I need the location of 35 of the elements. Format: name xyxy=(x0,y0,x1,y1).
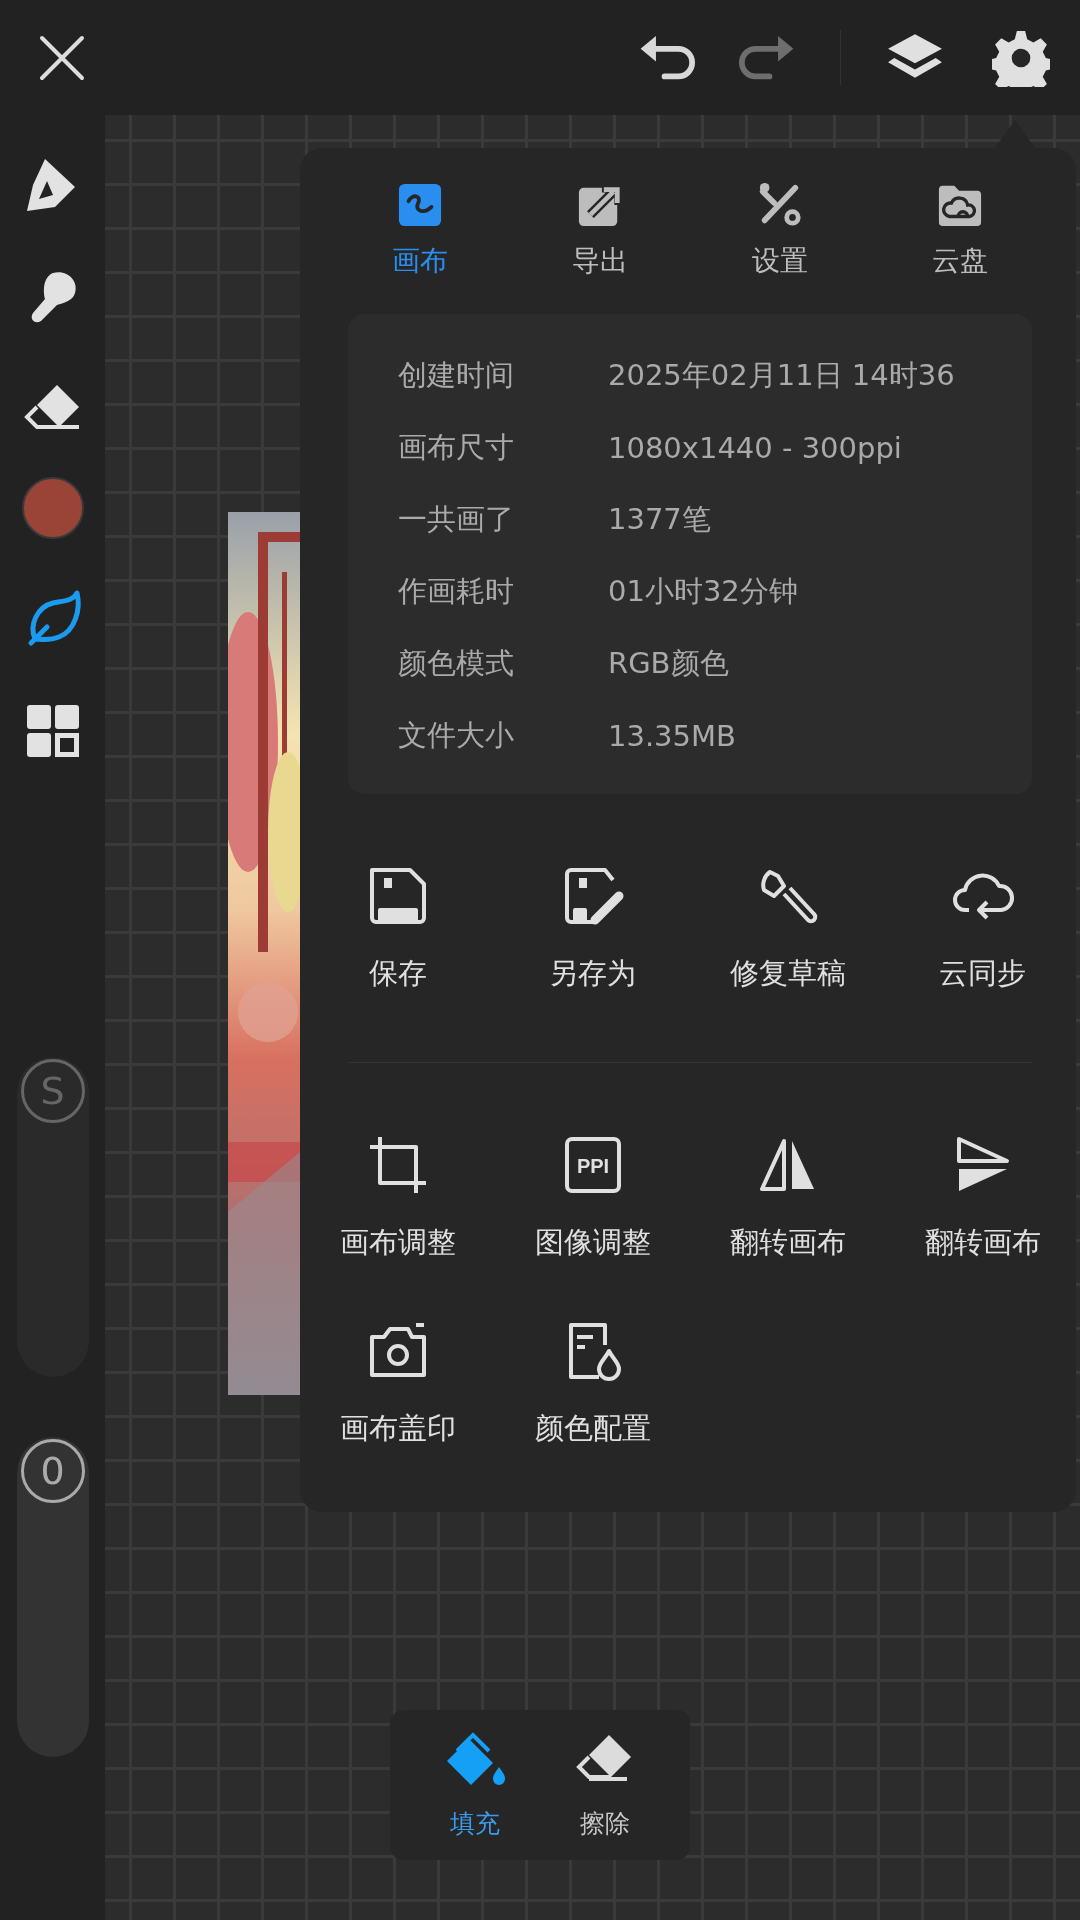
menu-tab[interactable]: 设置 xyxy=(690,182,870,280)
menu-tab[interactable]: 画布 xyxy=(330,182,510,280)
menu-action[interactable]: 另存为 xyxy=(495,864,690,994)
menu-action[interactable]: 画布调整 xyxy=(300,1133,495,1263)
info-label: 一共画了 xyxy=(398,501,515,538)
info-value: 01小时32分钟 xyxy=(608,573,798,610)
info-value: 13.35MB xyxy=(608,719,736,753)
slider-track[interactable]: 0 xyxy=(16,1437,89,1757)
menu-tab[interactable]: 云盘 xyxy=(870,182,1050,280)
menu-action[interactable]: PPI 图像调整 xyxy=(495,1133,690,1263)
menu-action[interactable]: 保存 xyxy=(300,864,495,994)
info-label: 作画耗时 xyxy=(398,573,515,610)
info-label: 文件大小 xyxy=(398,717,515,754)
menu-action[interactable]: 画布盖印 xyxy=(300,1319,495,1449)
tool-option[interactable]: 填充 xyxy=(443,1730,507,1840)
close-icon[interactable] xyxy=(38,33,86,82)
settings-icon[interactable] xyxy=(992,28,1050,87)
menu-action[interactable]: 云同步 xyxy=(885,864,1080,994)
undo-icon[interactable] xyxy=(639,34,697,81)
info-label: 画布尺寸 xyxy=(398,429,515,466)
info-value: 1377笔 xyxy=(608,501,711,538)
info-value: 2025年02月11日 14时36 xyxy=(608,357,955,394)
menu-tab[interactable]: 导出 xyxy=(510,182,690,280)
info-value: 1080x1440 - 300ppi xyxy=(608,431,902,465)
slider-thumb[interactable]: 0 xyxy=(20,1439,85,1503)
menu-action[interactable]: 翻转画布 xyxy=(690,1133,885,1263)
info-label: 创建时间 xyxy=(398,357,515,394)
tool-option[interactable]: 擦除 xyxy=(573,1730,637,1840)
menu-action[interactable]: 修复草稿 xyxy=(690,864,885,994)
info-label: 颜色模式 xyxy=(398,645,515,682)
menu-action[interactable]: 翻转画布 xyxy=(885,1133,1080,1263)
tools-icon xyxy=(757,182,803,228)
menu-action[interactable]: 颜色配置 xyxy=(495,1319,690,1449)
squiggle-icon xyxy=(397,182,443,228)
info-value: RGB颜色 xyxy=(608,645,729,682)
